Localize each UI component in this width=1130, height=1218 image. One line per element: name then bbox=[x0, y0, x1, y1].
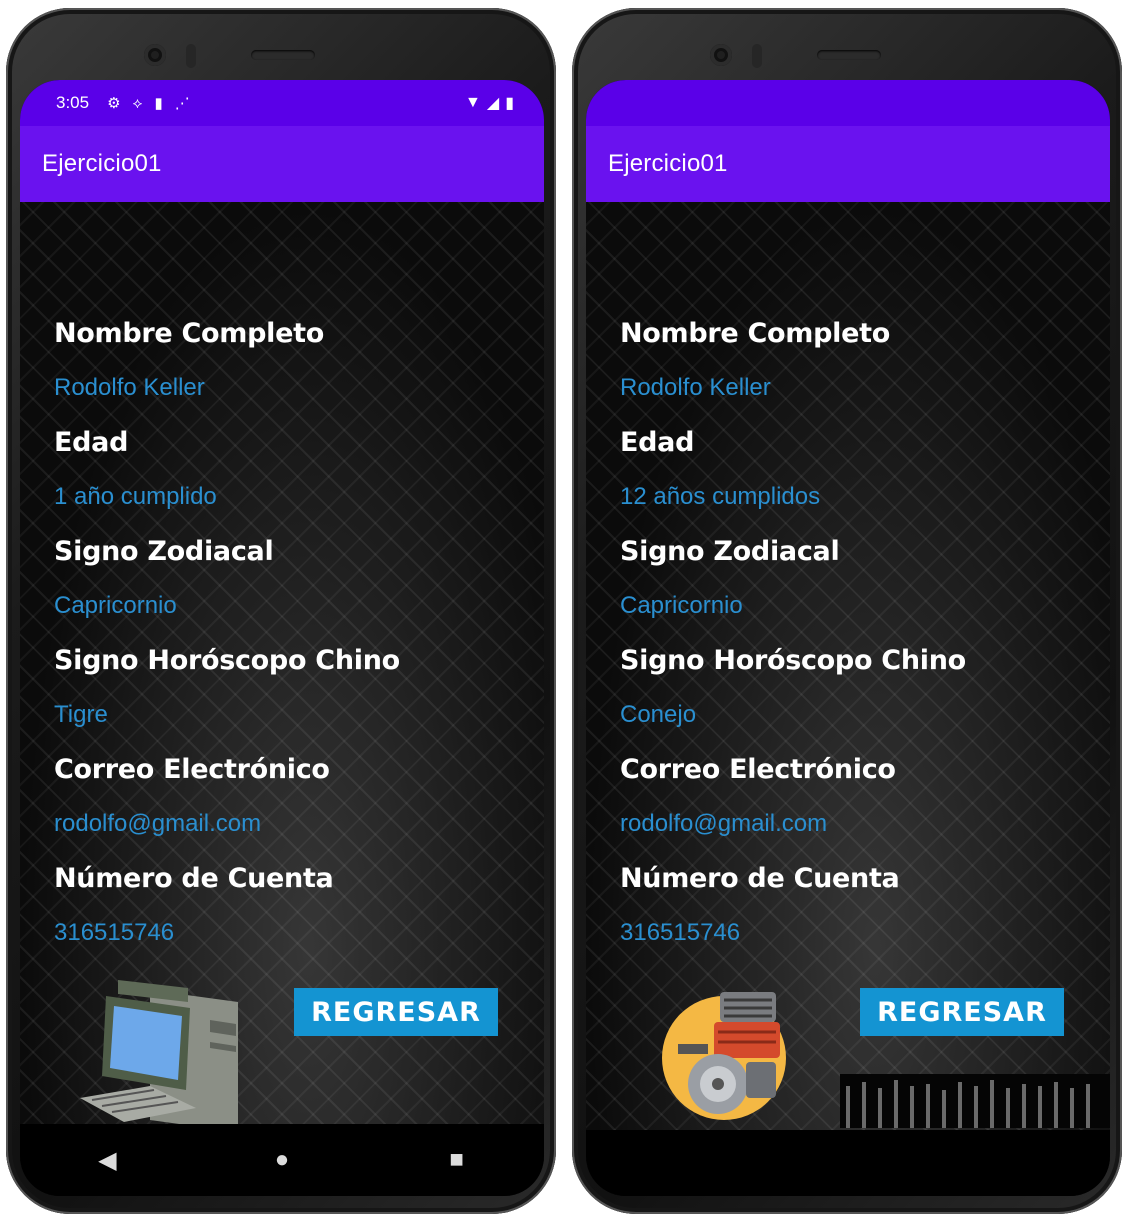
gear-icon: ⚙ bbox=[107, 95, 121, 112]
status-icons-right: ▼ ◢ ▮ bbox=[465, 93, 514, 113]
phone-frame-right: Ejercicio01 Nombre Completo Rodolfo Kell… bbox=[572, 8, 1122, 1214]
phone-frame-left: 3:05 ⚙ ⟡ ▮ ⋰ ▼ ◢ ▮ Ejercicio01 Nombre Co… bbox=[6, 8, 556, 1214]
value-correo: rodolfo@gmail.com bbox=[620, 810, 828, 837]
value-horoscopo-chino: Conejo bbox=[620, 701, 697, 728]
background-fence-pattern bbox=[840, 1074, 1110, 1128]
label-nombre: Nombre Completo bbox=[620, 318, 890, 349]
label-edad: Edad bbox=[54, 427, 129, 458]
regresar-button[interactable]: REGRESAR bbox=[860, 988, 1064, 1036]
value-signo-zodiacal: Capricornio bbox=[620, 592, 743, 619]
info-fields: Nombre Completo Rodolfo Keller Edad 1 añ… bbox=[54, 306, 524, 960]
wifi-calling-icon: ⋰ bbox=[174, 95, 190, 112]
label-horoscopo-chino: Signo Horóscopo Chino bbox=[54, 645, 400, 676]
signal-icon: ◢ bbox=[486, 95, 500, 112]
proximity-sensor bbox=[186, 44, 196, 68]
status-bar: 3:05 ⚙ ⟡ ▮ ⋰ ▼ ◢ ▮ bbox=[20, 80, 544, 126]
front-camera bbox=[710, 44, 732, 66]
value-numero-cuenta: 316515746 bbox=[54, 919, 175, 946]
value-edad: 12 años cumplidos bbox=[620, 483, 821, 510]
battery-icon: ▮ bbox=[505, 95, 514, 112]
value-edad: 1 año cumplido bbox=[54, 483, 217, 510]
value-numero-cuenta: 316515746 bbox=[620, 919, 741, 946]
engine-image bbox=[662, 992, 786, 1120]
label-correo: Correo Electrónico bbox=[620, 754, 896, 785]
value-horoscopo-chino: Tigre bbox=[54, 701, 108, 728]
label-nombre: Nombre Completo bbox=[54, 318, 324, 349]
status-icons-left: ⚙ ⟡ ▮ ⋰ bbox=[107, 94, 190, 113]
info-fields: Nombre Completo Rodolfo Keller Edad 12 a… bbox=[620, 306, 1090, 960]
app-bar: Ejercicio01 bbox=[586, 126, 1110, 202]
value-signo-zodiacal: Capricornio bbox=[54, 592, 177, 619]
front-camera bbox=[144, 44, 166, 66]
label-horoscopo-chino: Signo Horóscopo Chino bbox=[620, 645, 966, 676]
proximity-sensor bbox=[752, 44, 762, 68]
value-nombre: Rodolfo Keller bbox=[620, 374, 771, 401]
app-title: Ejercicio01 bbox=[42, 150, 162, 177]
computer-image bbox=[80, 980, 238, 1132]
app-bar: Ejercicio01 bbox=[20, 126, 544, 202]
navigation-bar: ◀ ● ■ bbox=[20, 1124, 544, 1196]
navigation-bar bbox=[586, 1130, 1110, 1196]
recents-icon[interactable]: ■ bbox=[427, 1140, 487, 1180]
screen: Ejercicio01 Nombre Completo Rodolfo Kell… bbox=[586, 80, 1110, 1196]
earpiece-speaker bbox=[817, 50, 881, 60]
label-edad: Edad bbox=[620, 427, 695, 458]
location-icon: ⟡ bbox=[132, 94, 143, 112]
status-bar bbox=[586, 80, 1110, 126]
label-numero-cuenta: Número de Cuenta bbox=[620, 863, 900, 894]
value-nombre: Rodolfo Keller bbox=[54, 374, 205, 401]
wifi-icon: ▼ bbox=[465, 94, 481, 111]
label-correo: Correo Electrónico bbox=[54, 754, 330, 785]
value-correo: rodolfo@gmail.com bbox=[54, 810, 262, 837]
label-signo-zodiacal: Signo Zodiacal bbox=[54, 536, 274, 567]
app-title: Ejercicio01 bbox=[608, 150, 728, 177]
status-time: 3:05 bbox=[56, 93, 90, 112]
label-numero-cuenta: Número de Cuenta bbox=[54, 863, 334, 894]
content-area: Nombre Completo Rodolfo Keller Edad 12 a… bbox=[586, 202, 1110, 1196]
sd-card-icon: ▮ bbox=[154, 95, 163, 112]
regresar-button[interactable]: REGRESAR bbox=[294, 988, 498, 1036]
home-icon[interactable]: ● bbox=[252, 1140, 312, 1180]
back-icon[interactable]: ◀ bbox=[77, 1140, 137, 1180]
earpiece-speaker bbox=[251, 50, 315, 60]
label-signo-zodiacal: Signo Zodiacal bbox=[620, 536, 840, 567]
content-area: Nombre Completo Rodolfo Keller Edad 1 añ… bbox=[20, 202, 544, 1196]
screen: 3:05 ⚙ ⟡ ▮ ⋰ ▼ ◢ ▮ Ejercicio01 Nombre Co… bbox=[20, 80, 544, 1196]
